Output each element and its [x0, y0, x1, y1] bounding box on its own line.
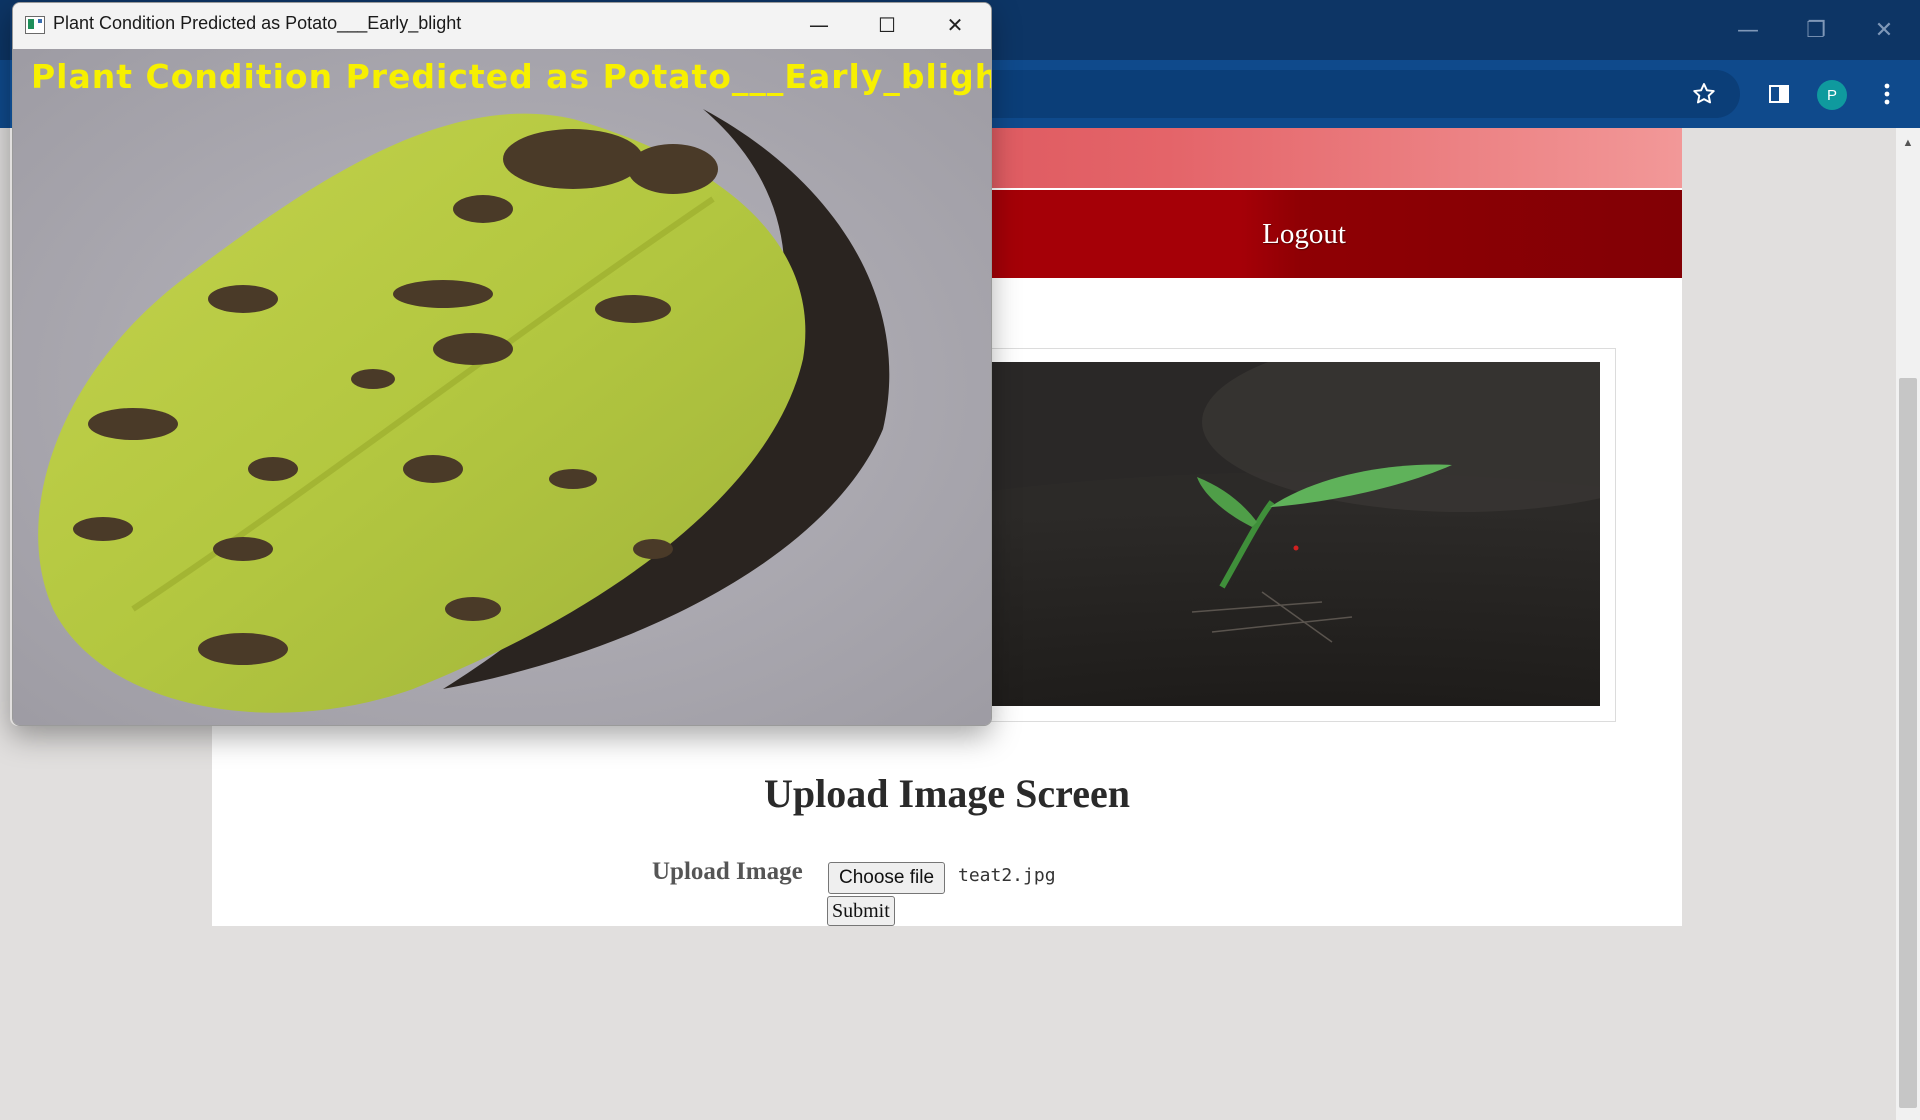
upload-image-label: Upload Image	[652, 858, 803, 885]
app-window-icon	[25, 16, 45, 34]
choose-file-button[interactable]: Choose file	[828, 862, 946, 894]
prediction-overlay-text: Plant Condition Predicted as Potato___Ea…	[31, 57, 991, 96]
popup-close-button[interactable]: ✕	[921, 3, 989, 47]
scroll-up-icon[interactable]: ▲	[1896, 134, 1920, 152]
submit-button[interactable]: Submit	[827, 896, 895, 926]
browser-minimize-button[interactable]: —	[1714, 0, 1782, 60]
side-panel-icon[interactable]	[1761, 76, 1797, 112]
kebab-menu-icon[interactable]	[1869, 76, 1905, 112]
scrollbar-thumb[interactable]	[1899, 378, 1917, 1108]
selected-file-name: teat2.jpg	[958, 865, 1056, 886]
prediction-window-titlebar[interactable]: Plant Condition Predicted as Potato___Ea…	[13, 3, 991, 47]
popup-maximize-button[interactable]: ☐	[853, 3, 921, 47]
leaf-prediction-image: Plant Condition Predicted as Potato___Ea…	[13, 49, 991, 725]
address-bar[interactable]	[960, 70, 1740, 118]
profile-avatar[interactable]: P	[1817, 80, 1847, 110]
popup-minimize-button[interactable]: —	[785, 3, 853, 47]
nav-logout-link[interactable]: Logout	[1224, 190, 1384, 278]
browser-close-button[interactable]: ✕	[1850, 0, 1918, 60]
star-icon[interactable]	[1686, 76, 1722, 112]
browser-restore-button[interactable]: ❐	[1782, 0, 1850, 60]
prediction-window-title: Plant Condition Predicted as Potato___Ea…	[53, 13, 462, 33]
prediction-window[interactable]: Plant Condition Predicted as Potato___Ea…	[12, 2, 992, 726]
page-title: Upload Image Screen	[764, 771, 1130, 816]
